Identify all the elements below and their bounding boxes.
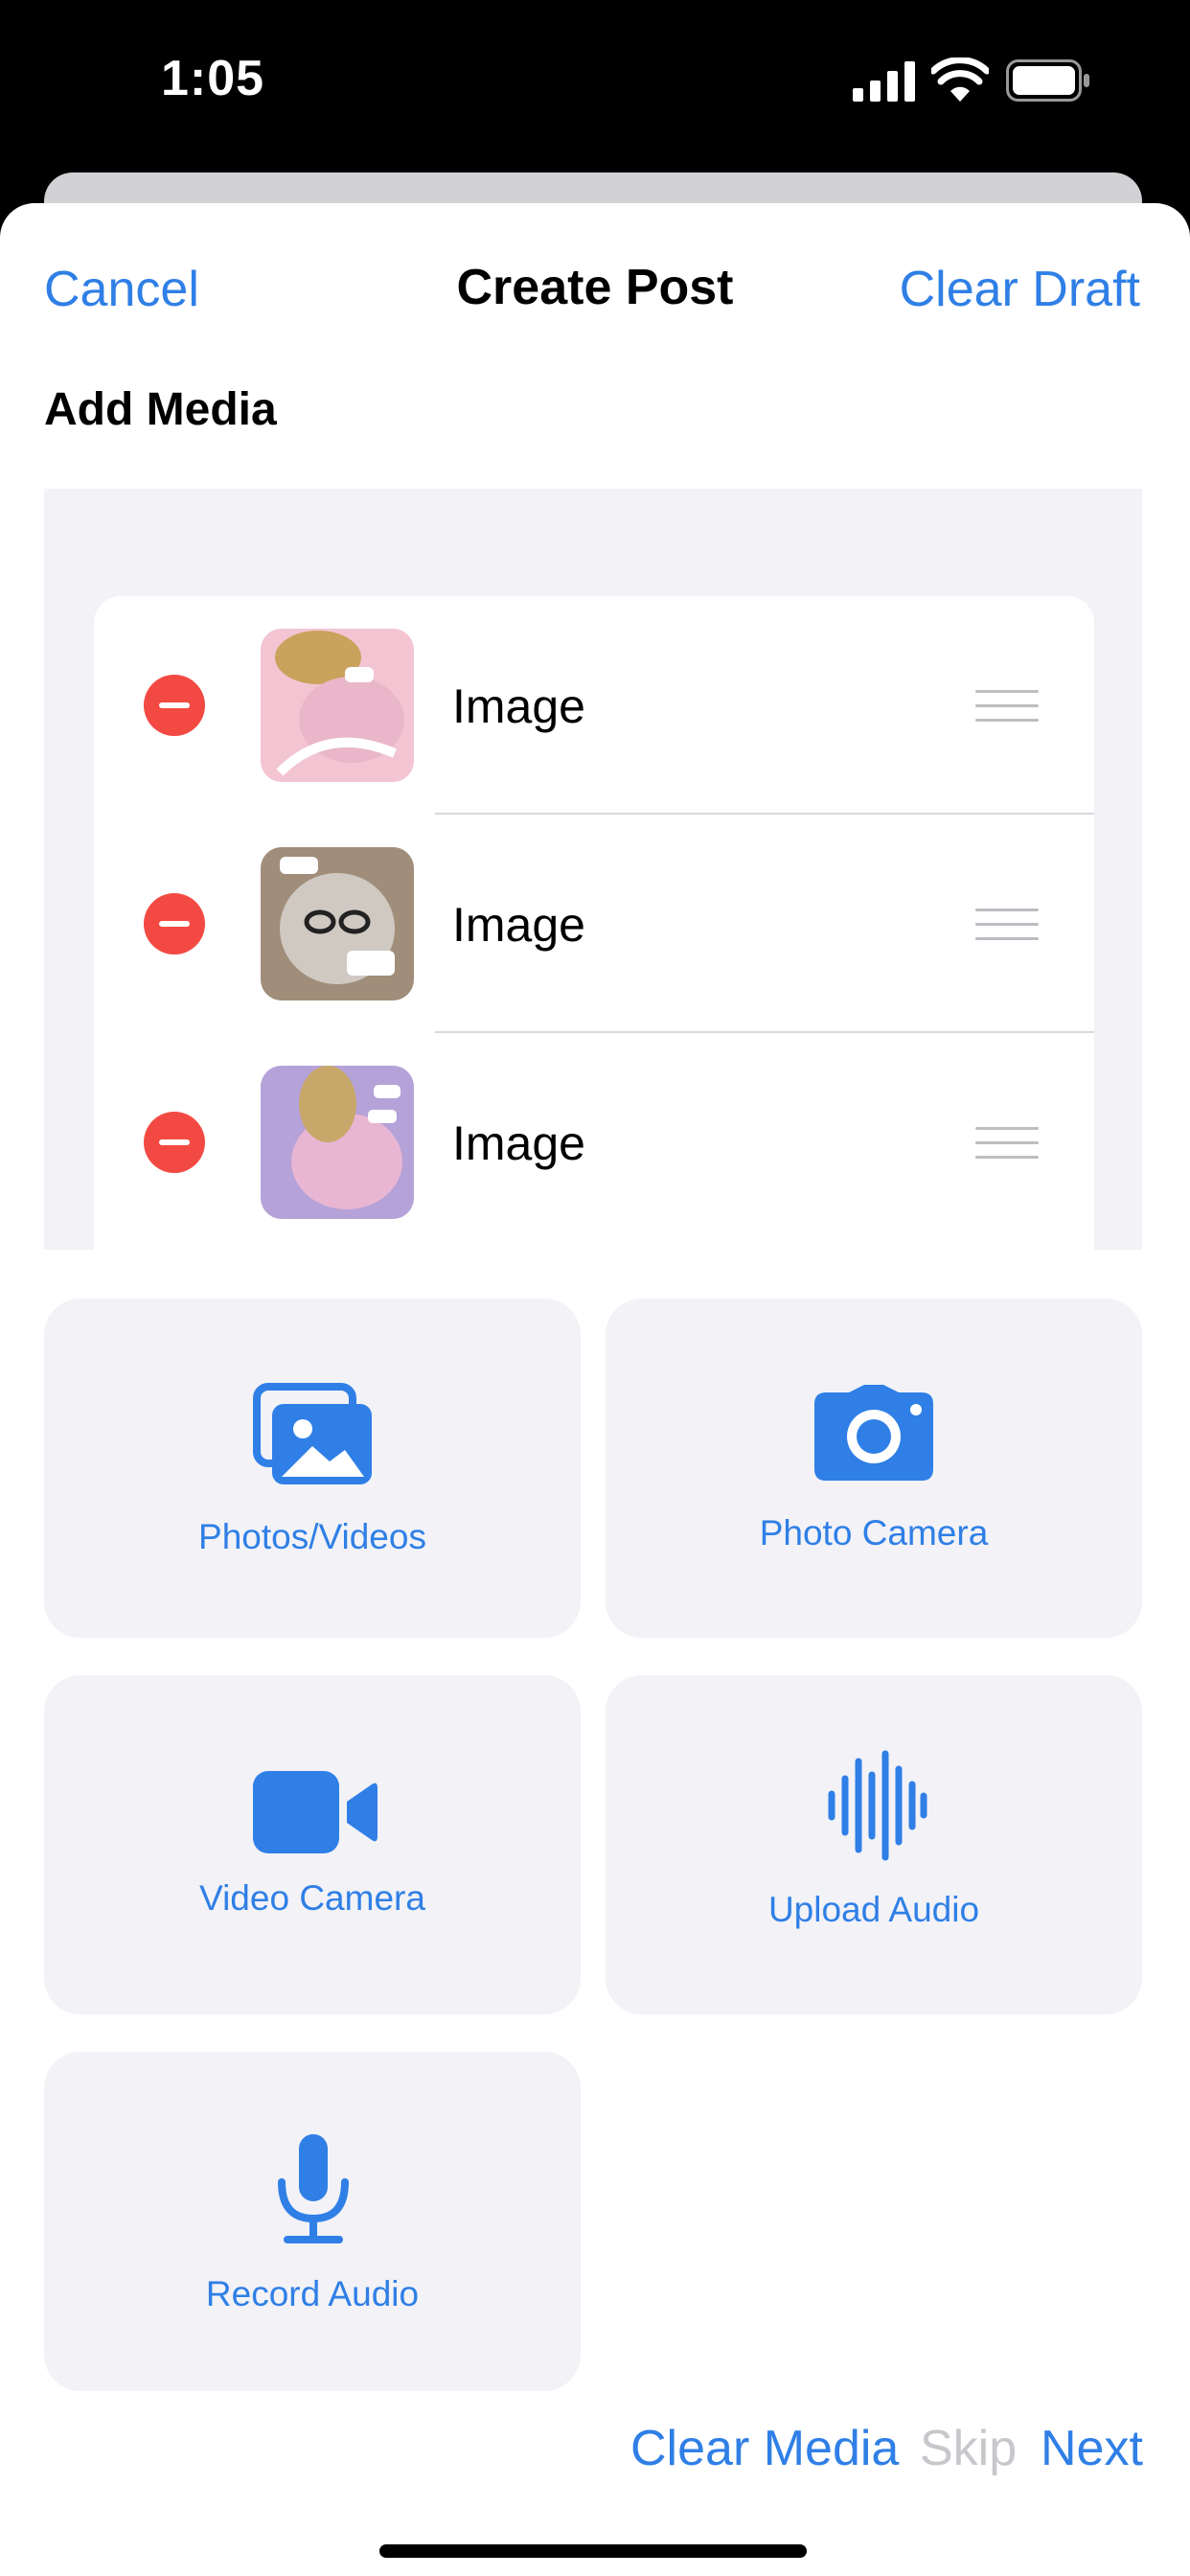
media-item-label: Image xyxy=(452,898,585,952)
drag-handle-icon[interactable] xyxy=(975,690,1039,723)
media-list-item[interactable]: Image xyxy=(94,596,1094,815)
photo-library-icon xyxy=(253,1383,372,1484)
delete-media-button[interactable] xyxy=(144,893,205,954)
drag-handle-icon[interactable] xyxy=(975,1127,1039,1160)
status-time: 1:05 xyxy=(161,51,265,106)
cellular-signal-icon xyxy=(853,61,915,102)
video-camera-label: Video Camera xyxy=(199,1878,425,1918)
media-item-label: Image xyxy=(452,679,585,733)
home-indicator xyxy=(379,2544,807,2558)
photo-camera-label: Photo Camera xyxy=(759,1513,989,1552)
delete-media-button[interactable] xyxy=(144,1112,205,1173)
video-camera-button[interactable]: Video Camera xyxy=(44,1675,581,2014)
photos-videos-label: Photos/Videos xyxy=(198,1517,426,1556)
clear-media-button[interactable]: Clear Media xyxy=(630,2420,899,2477)
video-camera-icon xyxy=(253,1771,378,1853)
skip-button[interactable]: Skip xyxy=(920,2420,1017,2477)
media-list-container[interactable]: Image Image Image xyxy=(44,489,1142,1250)
record-audio-label: Record Audio xyxy=(205,2274,420,2313)
camera-icon xyxy=(814,1385,933,1481)
media-thumbnail xyxy=(261,1066,414,1219)
record-audio-button[interactable]: Record Audio xyxy=(44,2052,581,2391)
next-button[interactable]: Next xyxy=(1041,2420,1143,2477)
microphone-icon xyxy=(278,2134,349,2243)
section-title: Add Media xyxy=(44,384,277,435)
media-list-item[interactable]: Image xyxy=(94,815,1094,1033)
delete-media-button[interactable] xyxy=(144,675,205,736)
photos-videos-button[interactable]: Photos/Videos xyxy=(44,1299,581,1638)
wifi-icon xyxy=(931,58,989,102)
battery-icon xyxy=(1006,59,1089,102)
upload-audio-label: Upload Audio xyxy=(767,1890,980,1929)
clear-draft-button[interactable]: Clear Draft xyxy=(900,261,1140,318)
drag-handle-icon[interactable] xyxy=(975,908,1039,941)
status-bar: 1:05 xyxy=(0,0,1190,168)
upload-audio-button[interactable]: Upload Audio xyxy=(606,1675,1142,2014)
media-item-label: Image xyxy=(452,1116,585,1170)
media-list: Image Image Image xyxy=(94,596,1094,1250)
media-list-item[interactable]: Image xyxy=(94,1033,1094,1250)
photo-camera-button[interactable]: Photo Camera xyxy=(606,1299,1142,1638)
waveform-icon xyxy=(828,1750,927,1861)
media-thumbnail xyxy=(261,847,414,1000)
media-thumbnail xyxy=(261,629,414,782)
